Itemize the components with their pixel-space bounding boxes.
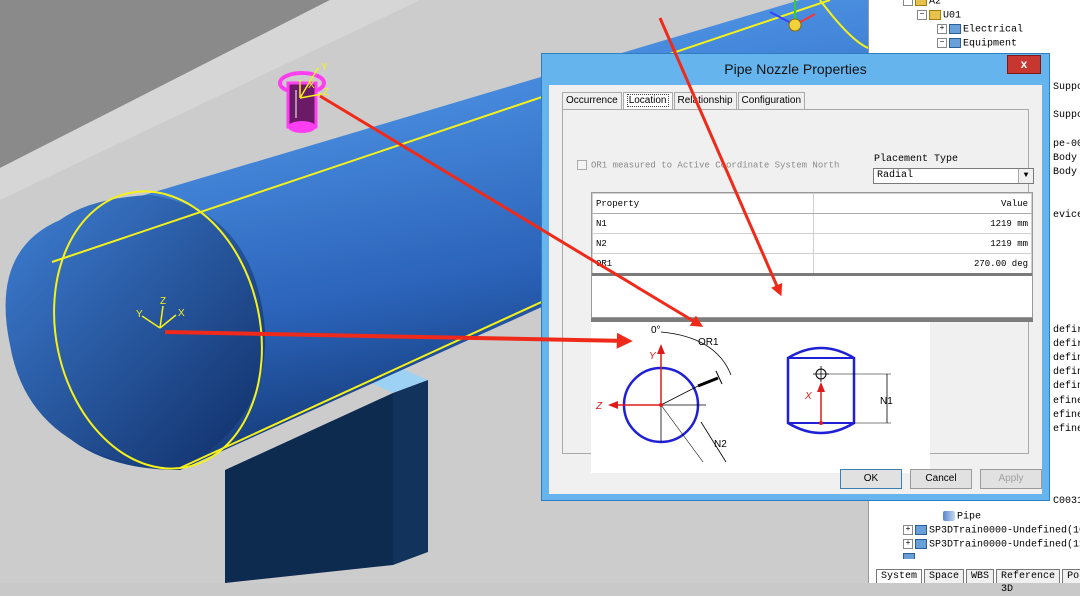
workspace-tabs: System Space WBS Reference 3D Po bbox=[876, 569, 1080, 595]
pipe-icon bbox=[943, 511, 955, 521]
tree-item-equipment[interactable]: − Equipment bbox=[937, 38, 1017, 51]
tab-system[interactable]: System bbox=[876, 569, 923, 583]
tree-fragment: Suppor bbox=[1053, 82, 1080, 93]
table-row[interactable]: OR1 270.00 deg bbox=[592, 253, 1032, 276]
folder-icon bbox=[929, 10, 941, 20]
tree-fragment: Body bbox=[1053, 167, 1078, 178]
label-x: X bbox=[804, 391, 812, 402]
tree-item-u01[interactable]: − U01 bbox=[917, 10, 961, 23]
label-0deg: 0° bbox=[651, 325, 661, 336]
label-n1: N1 bbox=[880, 396, 893, 407]
collapse-icon[interactable]: − bbox=[903, 0, 913, 6]
dialog-titlebar[interactable]: Pipe Nozzle Properties x bbox=[542, 54, 1049, 84]
tree-fragment: efine bbox=[1053, 424, 1080, 435]
tree-item-pipe[interactable]: Pipe bbox=[943, 511, 981, 524]
ok-button[interactable]: OK bbox=[840, 469, 902, 489]
tab-po[interactable]: Po bbox=[1062, 569, 1080, 583]
tree-fragment: defir bbox=[1053, 325, 1080, 336]
grid-header-row: Property Value bbox=[592, 193, 1032, 214]
tree-fragment: defir bbox=[1053, 339, 1080, 350]
tab-wbs[interactable]: WBS bbox=[966, 569, 995, 583]
collapse-icon[interactable]: − bbox=[937, 38, 947, 48]
expand-icon[interactable]: + bbox=[903, 539, 913, 549]
tab-location[interactable]: Location bbox=[622, 92, 673, 109]
label-n2: N2 bbox=[714, 439, 727, 450]
tree-fragment: pe-00 bbox=[1053, 139, 1080, 150]
system-icon bbox=[949, 38, 961, 48]
table-row[interactable]: N2 1219 mm bbox=[592, 233, 1032, 254]
apply-button[interactable]: Apply bbox=[980, 469, 1042, 489]
tree-fragment: efine bbox=[1053, 396, 1080, 407]
tree-item-train-10[interactable]: + SP3DTrain0000-Undefined(10) bbox=[903, 525, 1080, 538]
tree-fragment: define bbox=[1053, 381, 1080, 392]
grid-cell-property: N2 bbox=[592, 233, 814, 254]
grid-cell-property: N1 bbox=[592, 213, 814, 234]
grid-cell-value[interactable]: 1219 mm bbox=[813, 213, 1032, 234]
center-point bbox=[659, 403, 663, 407]
or1-north-checkbox[interactable]: OR1 measured to Active Coordinate System… bbox=[577, 160, 839, 170]
tree-fragment: evice bbox=[1053, 210, 1080, 221]
grid-cell-value[interactable]: 270.00 deg bbox=[813, 253, 1032, 276]
placement-type-label: Placement Type bbox=[874, 154, 959, 165]
tab-relationship[interactable]: Relationship bbox=[673, 92, 737, 109]
label-y: Y bbox=[649, 351, 657, 362]
system-icon bbox=[949, 24, 961, 34]
collapse-icon[interactable]: − bbox=[917, 10, 927, 20]
tree-item-a2[interactable]: − A2 bbox=[903, 0, 941, 9]
tree-fragment: define bbox=[1053, 367, 1080, 378]
nozzle-direction-line bbox=[660, 385, 699, 406]
system-icon bbox=[915, 539, 927, 549]
tree-item-clipped bbox=[903, 553, 917, 559]
saddle-side bbox=[393, 380, 428, 565]
nozzle-axis-y: Y bbox=[321, 62, 328, 73]
tree-item-train-11[interactable]: + SP3DTrain0000-Undefined(11) bbox=[903, 539, 1080, 552]
label-z: Z bbox=[595, 401, 603, 412]
tree-fragment: Suppor bbox=[1053, 110, 1080, 121]
system-icon bbox=[915, 525, 927, 535]
nozzle-axis-x: X bbox=[308, 80, 315, 91]
grid-cell-property: OR1 bbox=[592, 253, 814, 276]
tree-item-electrical[interactable]: + Electrical bbox=[937, 24, 1023, 37]
tank-axis-z: Z bbox=[160, 296, 166, 307]
tab-reference-3d[interactable]: Reference 3D bbox=[996, 569, 1061, 595]
tree-fragment: C0031 bbox=[1053, 496, 1080, 507]
chevron-down-icon[interactable]: ▼ bbox=[1018, 169, 1033, 183]
checkbox-icon[interactable] bbox=[577, 160, 587, 170]
tree-fragment: efine bbox=[1053, 410, 1080, 421]
dialog-title: Pipe Nozzle Properties bbox=[724, 61, 867, 77]
tab-occurrence[interactable]: Occurrence bbox=[562, 92, 622, 109]
tree-fragment: Body bbox=[1053, 153, 1078, 164]
cancel-button[interactable]: Cancel bbox=[910, 469, 972, 489]
pipe-nozzle-properties-dialog: Pipe Nozzle Properties x Occurrence Loca… bbox=[541, 53, 1050, 501]
grid-cell-value[interactable]: 1219 mm bbox=[813, 233, 1032, 254]
tank-axis-x: X bbox=[178, 308, 185, 319]
grid-header-value: Value bbox=[813, 193, 1032, 214]
tab-space[interactable]: Space bbox=[924, 569, 965, 583]
expand-icon[interactable]: + bbox=[937, 24, 947, 34]
folder-icon bbox=[915, 0, 927, 6]
tree-fragment: define bbox=[1053, 353, 1080, 364]
location-tab-panel: OR1 measured to Active Coordinate System… bbox=[562, 109, 1034, 473]
nozzle[interactable] bbox=[278, 71, 326, 133]
expand-icon[interactable]: + bbox=[903, 525, 913, 535]
nozzle-stub bbox=[697, 376, 719, 388]
table-row[interactable]: N1 1219 mm bbox=[592, 213, 1032, 234]
property-grid: Property Value N1 1219 mm N2 1219 mm OR1… bbox=[591, 192, 1033, 318]
dialog-tabs: Occurrence Location Relationship Configu… bbox=[562, 92, 806, 109]
tank-axis-y: Y bbox=[136, 309, 143, 320]
close-button[interactable]: x bbox=[1007, 55, 1041, 74]
tab-configuration[interactable]: Configuration bbox=[737, 92, 806, 109]
label-or1: OR1 bbox=[698, 337, 719, 348]
nozzle-axis-z: Z bbox=[323, 87, 329, 98]
close-icon: x bbox=[1020, 57, 1028, 71]
grid-header-property: Property bbox=[592, 193, 814, 214]
placement-type-select[interactable]: Radial ▼ bbox=[873, 168, 1034, 184]
dialog-client: Occurrence Location Relationship Configu… bbox=[549, 85, 1042, 494]
radial-placement-figure: 0° OR1 Y Z N2 X N1 bbox=[591, 322, 930, 473]
